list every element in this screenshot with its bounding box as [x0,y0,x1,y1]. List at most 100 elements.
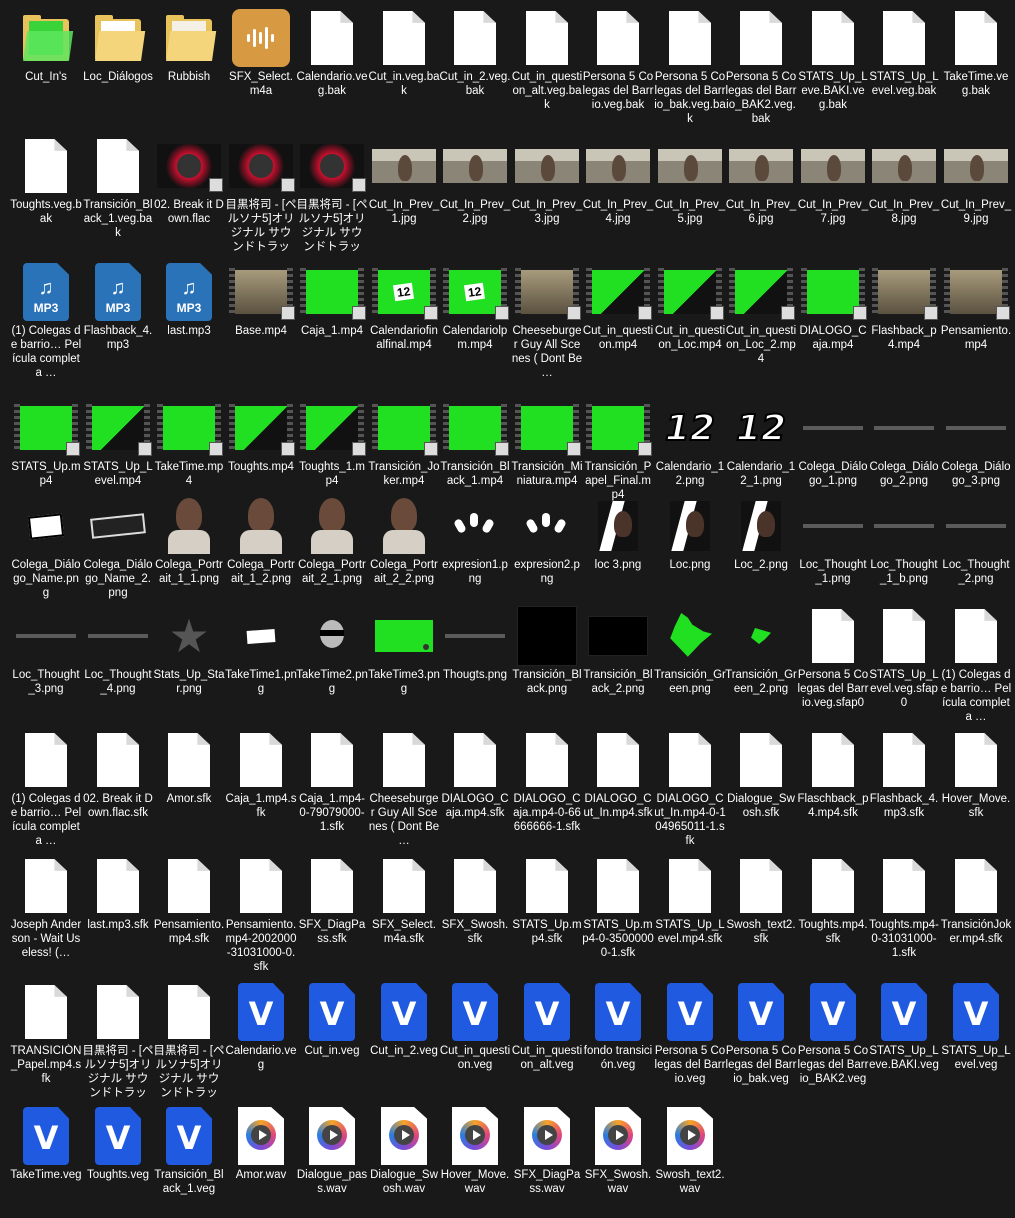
file-item[interactable]: V Persona 5 Colegas del Barrio.veg [654,974,726,1094]
file-item[interactable]: SFX_Swosh.sfk [439,848,511,968]
file-item[interactable]: Hover_Move.sfk [940,722,1012,842]
file-item[interactable]: Cut_in_question_Loc_2.mp4 [725,254,797,374]
file-item[interactable]: Hover_Move.wav [439,1098,511,1218]
file-item[interactable]: Persona 5 Colegas del Barrio.veg.bak [582,0,654,120]
file-item[interactable]: Cut_In_Prev_2.jpg [439,128,511,248]
file-item[interactable]: Cut_In_Prev_3.jpg [511,128,583,248]
file-item[interactable]: V Cut_in.veg [296,974,368,1094]
file-item[interactable]: 12 Calendariolpm.mp4 [439,254,511,374]
file-item[interactable]: Flaschback_p4.mp4.sfk [797,722,869,842]
file-item[interactable]: 目黒将司 - [ペルソナ5]オリジナル サウンドトラック… [82,974,154,1099]
file-item[interactable]: Loc_Thought_1_b.png [868,488,940,608]
file-item[interactable]: Toughts.mp4-0-31031000-1.sfk [868,848,940,968]
file-item[interactable]: Pensamiento.mp4-2002000-31031000-0.sfk [225,848,297,973]
file-item[interactable]: Transición_Green_2.png [725,598,797,718]
file-item[interactable]: Cut_In_Prev_1.jpg [368,128,440,248]
file-item[interactable]: Base.mp4 [225,254,297,374]
file-item[interactable]: Cut_in.veg.bak [368,0,440,120]
file-item[interactable]: Thougts.png [439,598,511,718]
file-item[interactable]: Dialogue_Swosh.wav [368,1098,440,1218]
file-item[interactable]: Cut_In_Prev_7.jpg [797,128,869,248]
file-item[interactable]: STATS_Up_Leve.BAKI.veg.bak [797,0,869,120]
file-item[interactable]: Loc_Thought_4.png [82,598,154,718]
file-item[interactable]: DIALOGO_Caja.mp4.sfk [439,722,511,842]
file-item[interactable]: STATS_Up_Level.veg.bak [868,0,940,120]
file-item[interactable]: Cut_in_question_Loc.mp4 [654,254,726,374]
file-item[interactable]: Colega_Portrait_1_2.png [225,488,297,608]
file-item[interactable]: Calendario.veg.bak [296,0,368,120]
file-item[interactable]: Transición_Black_2.png [582,598,654,718]
file-item[interactable]: V Persona 5 Colegas del Barrio_BAK2.veg [797,974,869,1094]
file-item[interactable]: SFX_DiagPass.wav [511,1098,583,1218]
file-item[interactable]: Transición_Green.png [654,598,726,718]
file-item[interactable]: Caja_1.mp4-0-79079000-1.sfk [296,722,368,842]
file-item[interactable]: TransiciónJoker.mp4.sfk [940,848,1012,968]
file-item[interactable]: 目黒将司 - [ペルソナ5]オリジナル サウンドトラック… [153,974,225,1099]
file-item[interactable]: Loc_Thought_1.png [797,488,869,608]
file-item[interactable]: Cheeseburger Guy All Scenes ( Dont Be … [511,254,583,379]
file-item[interactable]: Cut_in_question.mp4 [582,254,654,374]
file-item[interactable]: (1) Colegas de barrio… Película completa… [940,598,1012,723]
file-item[interactable]: Flashback_4.mp3.sfk [868,722,940,842]
file-item[interactable]: Toughts.mp4.sfk [797,848,869,968]
file-item[interactable]: TRANSICIÓN_Papel.mp4.sfk [10,974,82,1094]
file-item[interactable]: 目黒将司 - [ペルソナ5]オリジナル サウンドトラック… [296,128,368,253]
file-item[interactable]: V Cut_in_question.veg [439,974,511,1094]
file-item[interactable]: Amor.wav [225,1098,297,1218]
file-item[interactable]: Caja_1.mp4 [296,254,368,374]
file-item[interactable]: Joseph Anderson - Wait Useless! (… [10,848,82,968]
file-item[interactable]: V STATS_Up_Level.veg [940,974,1012,1094]
file-item[interactable]: Cheeseburger Guy All Scenes ( Dont Be … [368,722,440,847]
file-item[interactable]: DIALOGO_Caja.mp4 [797,254,869,374]
file-item[interactable]: Cut_In_Prev_9.jpg [940,128,1012,248]
file-item[interactable]: Persona 5 Colegas del Barrio_BAK2.veg.ba… [725,0,797,125]
file-item[interactable]: Flashback_p4.mp4 [868,254,940,374]
file-item[interactable]: DIALOGO_Cut_In.mp4-0-104965011-1.sfk [654,722,726,847]
file-item[interactable]: V Persona 5 Colegas del Barrio_bak.veg [725,974,797,1094]
file-item[interactable]: SFX_Select.m4a.sfk [368,848,440,968]
file-item[interactable]: Loc_2.png [725,488,797,608]
file-item[interactable]: DIALOGO_Cut_In.mp4.sfk [582,722,654,842]
file-item[interactable]: Rubbish [153,0,225,120]
file-item[interactable]: expresion1.png [439,488,511,608]
file-item[interactable]: ★ Stats_Up_Star.png [153,598,225,718]
file-item[interactable]: Toughts.veg.bak [10,128,82,248]
file-item[interactable]: Cut_In_Prev_8.jpg [868,128,940,248]
file-item[interactable]: Dialogue_Swosh.sfk [725,722,797,842]
file-item[interactable]: 02. Break it Down.flac [153,128,225,248]
file-item[interactable]: Loc_Diálogos [82,0,154,120]
file-item[interactable]: Cut_in_question_alt.veg.bak [511,0,583,120]
file-item[interactable]: TakeTime1.png [225,598,297,718]
file-item[interactable]: Cut_In's [10,0,82,120]
file-item[interactable]: Persona 5 Colegas del Barrio.veg.sfap0 [797,598,869,718]
file-item[interactable]: SFX_DiagPass.sfk [296,848,368,968]
file-item[interactable]: Swosh_text2.wav [654,1098,726,1218]
file-item[interactable]: ♫ MP3 (1) Colegas de barrio… Película comp… [10,254,82,379]
file-item[interactable]: Cut_In_Prev_5.jpg [654,128,726,248]
file-item[interactable]: Pensamiento.mp4.sfk [153,848,225,968]
file-item[interactable]: Loc_Thought_2.png [940,488,1012,608]
file-item[interactable]: Pensamiento.mp4 [940,254,1012,374]
file-item[interactable]: 目黒将司 - [ペルソナ5]オリジナル サウンドトラック… [225,128,297,253]
file-item[interactable]: SFX_Swosh.wav [582,1098,654,1218]
file-item[interactable]: Colega_Portrait_2_2.png [368,488,440,608]
file-item[interactable]: Transición_Black.png [511,598,583,718]
file-item[interactable]: Colega_Portrait_1_1.png [153,488,225,608]
file-item[interactable]: Cut_In_Prev_4.jpg [582,128,654,248]
file-item[interactable]: V STATS_Up_Leve.BAKI.veg [868,974,940,1094]
file-item[interactable]: V Cut_in_2.veg [368,974,440,1094]
file-item[interactable]: V Cut_in_question_alt.veg [511,974,583,1094]
file-item[interactable]: (1) Colegas de barrio… Película completa… [10,722,82,847]
file-item[interactable]: Dialogue_pass.wav [296,1098,368,1218]
file-item[interactable]: TakeTime3.png [368,598,440,718]
file-item[interactable]: last.mp3.sfk [82,848,154,968]
file-item[interactable]: STATS_Up.mp4-0-35000000-1.sfk [582,848,654,968]
file-item[interactable]: Loc_Thought_3.png [10,598,82,718]
file-item[interactable]: Vfondo transición.veg [582,974,654,1094]
file-item[interactable]: DIALOGO_Caja.mp4-0-66666666-1.sfk [511,722,583,842]
file-item[interactable]: V Toughts.veg [82,1098,154,1218]
file-item[interactable]: expresion2.png [511,488,583,608]
file-item[interactable]: ♫ MP3 Flashback_4.mp3 [82,254,154,374]
file-item[interactable]: SFX_Select.m4a [225,0,297,120]
file-item[interactable]: 12 Calendariofinalfinal.mp4 [368,254,440,374]
